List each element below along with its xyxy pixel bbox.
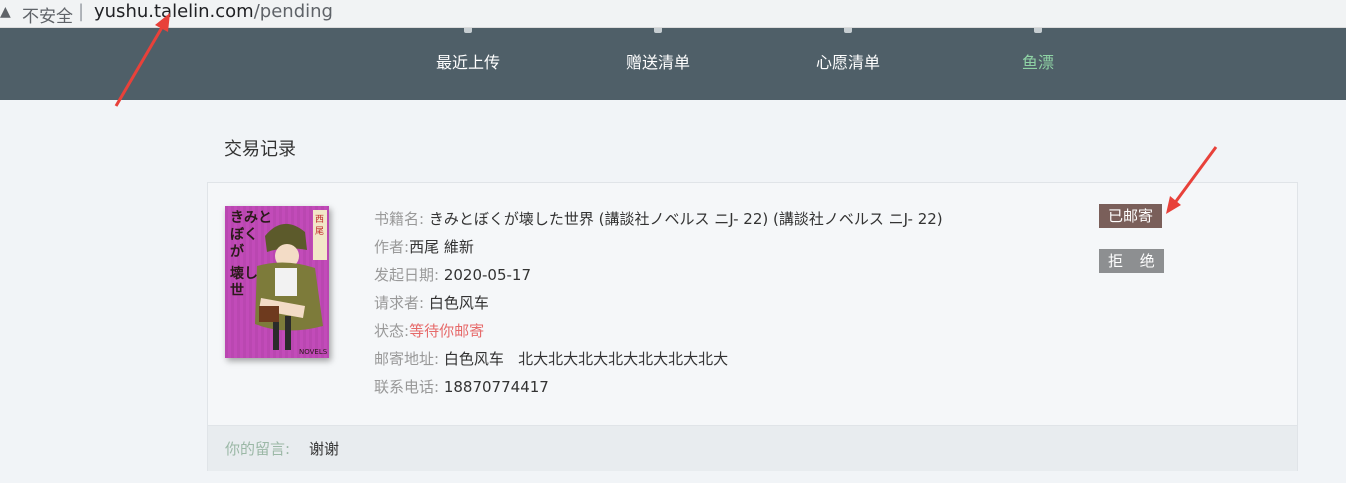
author: 西尾 維新 (409, 238, 474, 256)
book-title-label: 书籍名: (374, 210, 425, 228)
svg-text:尾: 尾 (315, 226, 324, 237)
message-section: 你的留言: 谢谢 (208, 425, 1297, 471)
transaction-card: きみと ぼく が 壊し 世 西 尾 NOVELS 书籍名: きみとぼくが壊した世… (207, 182, 1298, 471)
message-label: 你的留言: (225, 440, 291, 458)
nav-item-label: 心愿清单 (815, 53, 880, 72)
top-nav: 最近上传 赠送清单 心愿清单 鱼漂 (0, 28, 1346, 100)
upload-icon (460, 28, 476, 36)
book-title: きみとぼくが壊した世界 (講談社ノベルス ニJ- 22) (講談社ノベルス ニJ… (428, 210, 943, 228)
nav-item-drift[interactable]: 鱼漂 (978, 28, 1098, 100)
message-text: 谢谢 (309, 440, 340, 458)
requester-row: 请求者: 白色风车 (374, 289, 943, 317)
date-row: 发起日期: 2020-05-17 (374, 261, 943, 289)
url-text[interactable]: yushu.talelin.com/pending (94, 1, 333, 22)
nav-item-recent-uploads[interactable]: 最近上传 (408, 28, 528, 100)
svg-text:きみと: きみと (230, 210, 272, 226)
mailed-button[interactable]: 已邮寄 (1099, 204, 1163, 228)
phone-number: 18870774417 (443, 378, 549, 396)
address-label: 邮寄地址: (374, 350, 440, 368)
security-label[interactable]: 不安全 (22, 2, 73, 27)
author-row: 作者:西尾 維新 (374, 233, 943, 261)
heart-icon (840, 28, 856, 36)
svg-text:ぼく: ぼく (230, 227, 258, 243)
book-title-row: 书籍名: きみとぼくが壊した世界 (講談社ノベルス ニJ- 22) (講談社ノベ… (374, 205, 943, 233)
author-label: 作者: (374, 238, 410, 256)
status-text: 等待你邮寄 (409, 322, 485, 340)
warning-icon[interactable]: ▲ (0, 4, 11, 20)
svg-text:壊し: 壊し (230, 265, 258, 282)
nav-item-label: 最近上传 (435, 53, 500, 72)
url-domain: yushu.talelin.com (94, 1, 254, 22)
book-cover-art: きみと ぼく が 壊し 世 西 尾 NOVELS (225, 206, 329, 358)
request-date: 2020-05-17 (443, 266, 532, 284)
address-bar[interactable]: ▲ 不安全 | yushu.talelin.com/pending (0, 0, 1346, 28)
phone-row: 联系电话: 18870774417 (374, 373, 943, 401)
reject-button[interactable]: 拒 绝 (1099, 249, 1164, 273)
nav-item-gift-list[interactable]: 赠送清单 (598, 28, 718, 100)
svg-text:世: 世 (230, 282, 244, 299)
address-separator: | (78, 1, 85, 22)
phone-label: 联系电话: (374, 378, 440, 396)
requester-label: 请求者: (374, 294, 425, 312)
nav-item-label: 鱼漂 (1021, 53, 1054, 72)
nav-item-wish-list[interactable]: 心愿清单 (788, 28, 908, 100)
page-title: 交易记录 (224, 139, 296, 160)
date-label: 发起日期: (374, 266, 440, 284)
svg-text:NOVELS: NOVELS (299, 348, 328, 356)
requester: 白色风车 (428, 294, 489, 312)
status-label: 状态: (374, 322, 410, 340)
book-info: 书籍名: きみとぼくが壊した世界 (講談社ノベルス ニJ- 22) (講談社ノベ… (374, 205, 943, 401)
nav-item-label: 赠送清单 (625, 53, 690, 72)
gift-icon (650, 28, 666, 36)
status-row: 状态:等待你邮寄 (374, 317, 943, 345)
svg-text:西: 西 (315, 214, 324, 225)
mailing-address: 白色风车 北大北大北大北大北大北大北大 (443, 350, 729, 368)
book-cover-image[interactable]: きみと ぼく が 壊し 世 西 尾 NOVELS (225, 206, 329, 358)
url-path: /pending (253, 1, 333, 22)
address-row: 邮寄地址: 白色风车 北大北大北大北大北大北大北大 (374, 345, 943, 373)
drift-icon (1030, 28, 1046, 36)
svg-text:が: が (230, 243, 245, 260)
